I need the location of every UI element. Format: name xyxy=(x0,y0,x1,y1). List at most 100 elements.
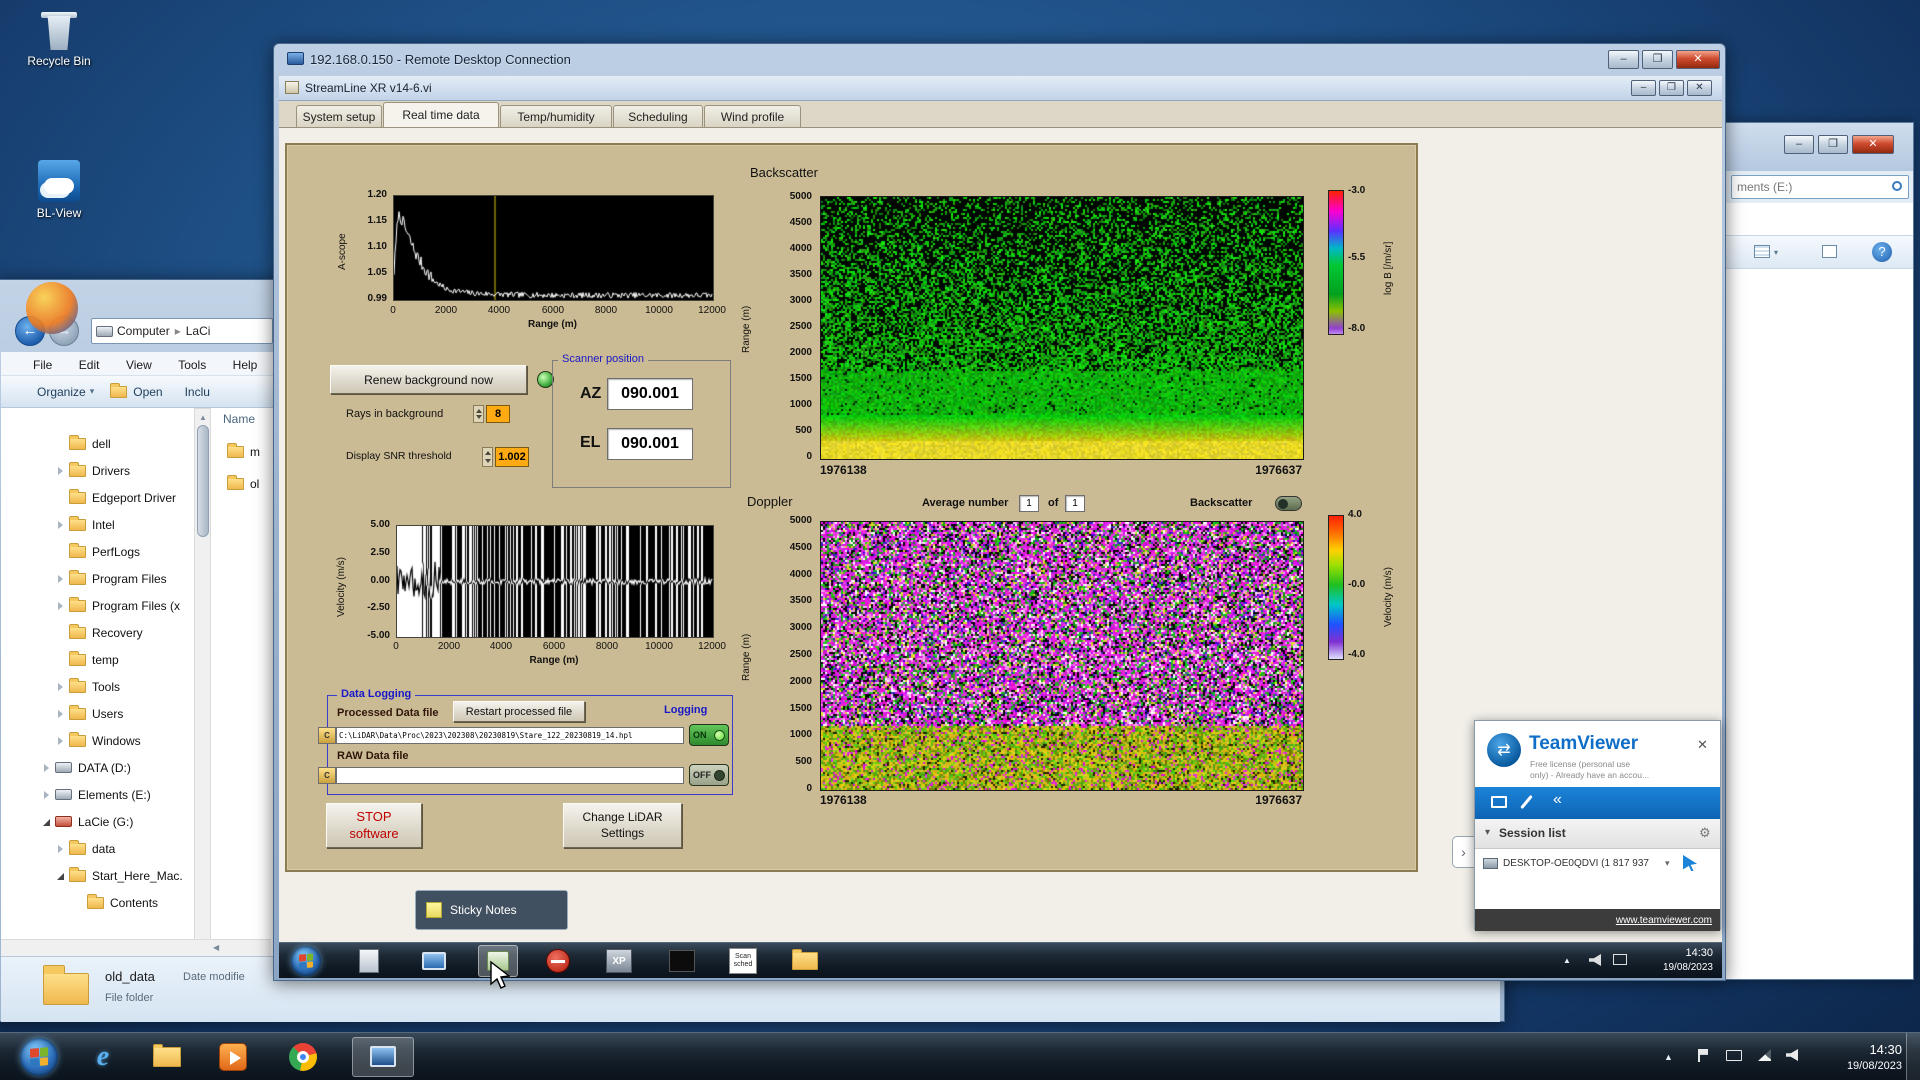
sidebar-item-users[interactable]: Users xyxy=(5,700,201,727)
display-icon[interactable] xyxy=(1613,954,1627,965)
tray-chevron-icon[interactable]: ▲ xyxy=(1664,1052,1673,1062)
expander-icon[interactable] xyxy=(55,519,67,531)
volume-icon[interactable] xyxy=(1589,954,1601,966)
menu-edit[interactable]: Edit xyxy=(79,358,100,372)
tab-wind-profile[interactable]: Wind profile xyxy=(704,105,801,127)
connect-cursor-icon[interactable] xyxy=(1683,855,1697,871)
sidebar-item-lacie-g[interactable]: LaCie (G:) xyxy=(5,808,201,835)
sidebar-item-data[interactable]: data xyxy=(5,835,201,862)
include-button[interactable]: Inclu xyxy=(185,385,210,399)
expander-icon[interactable] xyxy=(41,789,53,801)
sidebar-item-drivers[interactable]: Drivers xyxy=(5,457,201,484)
desktop-icon-recycle-bin[interactable]: Recycle Bin xyxy=(14,12,104,68)
close-button[interactable]: ✕ xyxy=(1852,135,1894,154)
flag-icon[interactable] xyxy=(1698,1049,1708,1062)
browser-logo-icon[interactable] xyxy=(26,282,78,334)
raw-path-browse-icon[interactable]: C xyxy=(318,767,336,784)
sidebar-item-program-files-x86[interactable]: Program Files (x xyxy=(5,592,201,619)
sidebar-item-intel[interactable]: Intel xyxy=(5,511,201,538)
tab-temp-humidity[interactable]: Temp/humidity xyxy=(500,105,612,127)
scroll-left-icon[interactable]: ◀ xyxy=(213,943,219,952)
ascope-chart[interactable] xyxy=(393,195,714,301)
show-desktop-button[interactable] xyxy=(1906,1033,1920,1080)
sidebar-item-data-d[interactable]: DATA (D:) xyxy=(5,754,201,781)
taskbar-active-rdp-button[interactable] xyxy=(352,1037,414,1077)
sidebar-item-edgeport[interactable]: Edgeport Driver xyxy=(5,484,201,511)
maximize-button[interactable]: ❐ xyxy=(1818,135,1848,154)
chevron-down-icon[interactable]: ▾ xyxy=(1485,827,1490,838)
processed-path-browse-icon[interactable]: C xyxy=(318,727,336,744)
average-of-value[interactable]: 1 xyxy=(1065,495,1085,512)
taskbar-icon-document-app[interactable] xyxy=(354,946,384,976)
file-row[interactable]: m xyxy=(225,438,260,465)
teamviewer-link[interactable]: www.teamviewer.com xyxy=(1616,915,1712,926)
expander-icon[interactable] xyxy=(55,573,67,585)
menu-file[interactable]: File xyxy=(33,358,52,372)
media-player-icon[interactable] xyxy=(218,1042,248,1072)
search-icon[interactable] xyxy=(1892,181,1902,191)
chevron-down-icon[interactable]: ▾ xyxy=(1665,858,1670,869)
close-button[interactable]: ✕ xyxy=(1687,80,1712,96)
minimize-button[interactable]: – xyxy=(1784,135,1814,154)
sticky-notes-preview[interactable]: Sticky Notes xyxy=(415,890,568,930)
remote-clock[interactable]: 14:30 19/08/2023 xyxy=(1637,946,1713,974)
search-input[interactable]: ments (E:) xyxy=(1731,175,1909,199)
sidebar-item-windows[interactable]: Windows xyxy=(5,727,201,754)
taskbar-icon-scan-sched-app[interactable]: Scan sched xyxy=(728,946,758,976)
change-lidar-settings-button[interactable]: Change LiDAR Settings xyxy=(563,803,682,848)
close-button[interactable]: ✕ xyxy=(1676,50,1720,69)
minimize-button[interactable]: – xyxy=(1608,50,1639,69)
tab-real-time-data[interactable]: Real time data xyxy=(383,102,499,127)
view-list-icon[interactable] xyxy=(1754,245,1770,258)
file-row[interactable]: ol xyxy=(225,470,259,497)
expander-icon[interactable] xyxy=(55,681,67,693)
sidebar-item-program-files[interactable]: Program Files xyxy=(5,565,201,592)
rays-value[interactable]: 8 xyxy=(486,405,510,423)
sidebar-item-elements-e[interactable]: Elements (E:) xyxy=(5,781,201,808)
expander-icon[interactable] xyxy=(55,708,67,720)
backscatter-toggle[interactable] xyxy=(1275,496,1302,511)
close-icon[interactable]: ✕ xyxy=(1697,737,1708,753)
tray-chevron-icon[interactable]: ▲ xyxy=(1563,956,1571,965)
expander-icon[interactable] xyxy=(41,762,53,774)
snr-threshold-value[interactable]: 1.002 xyxy=(495,447,529,467)
menu-tools[interactable]: Tools xyxy=(178,358,206,372)
open-button[interactable]: Open xyxy=(133,385,162,399)
organize-button[interactable]: Organize xyxy=(37,385,86,399)
maximize-button[interactable]: ❐ xyxy=(1642,50,1673,69)
sidebar-item-start-here-mac[interactable]: Start_Here_Mac. xyxy=(5,862,201,889)
breadcrumb-root[interactable]: Computer xyxy=(117,324,170,338)
file-explorer-icon[interactable] xyxy=(152,1042,182,1072)
scroll-up-icon[interactable]: ▲ xyxy=(199,413,207,422)
az-value[interactable]: 090.001 xyxy=(607,378,693,410)
sidebar-item-tools[interactable]: Tools xyxy=(5,673,201,700)
desktop-icon-bl-view[interactable]: BL-View xyxy=(14,160,104,220)
average-number-value[interactable]: 1 xyxy=(1019,495,1039,512)
horizontal-scrollbar[interactable]: ◀ xyxy=(1,939,271,956)
taskbar-icon-power-app[interactable] xyxy=(543,946,573,976)
tab-scheduling[interactable]: Scheduling xyxy=(613,105,703,127)
expander-icon[interactable] xyxy=(55,600,67,612)
rays-stepper[interactable] xyxy=(473,405,484,423)
taskbar-icon-xp-app[interactable]: XP xyxy=(604,946,634,976)
backscatter-heatmap[interactable] xyxy=(820,196,1304,460)
session-row[interactable]: DESKTOP-OE0QDVI (1 817 937 ▾ xyxy=(1475,849,1720,883)
pen-icon[interactable] xyxy=(1520,794,1533,810)
taskbar-icon-monitor-app[interactable] xyxy=(419,946,449,976)
sidebar-item-temp[interactable]: temp xyxy=(5,646,201,673)
expander-icon[interactable] xyxy=(55,870,67,882)
sidebar-item-contents[interactable]: Contents xyxy=(5,889,201,916)
help-icon[interactable]: ? xyxy=(1872,242,1892,262)
restart-processed-file-button[interactable]: Restart processed file xyxy=(453,701,585,722)
scrollbar-thumb[interactable] xyxy=(197,425,209,537)
volume-icon[interactable] xyxy=(1786,1049,1798,1061)
expander-icon[interactable] xyxy=(55,843,67,855)
breadcrumb[interactable]: Computer ▸ LaCi xyxy=(91,318,273,344)
remote-start-button[interactable] xyxy=(291,946,321,976)
minimize-button[interactable]: – xyxy=(1631,80,1656,96)
streamline-title-bar[interactable]: StreamLine XR v14-6.vi – ❐ ✕ xyxy=(279,76,1722,101)
expander-icon[interactable] xyxy=(55,465,67,477)
restore-button[interactable]: ❐ xyxy=(1659,80,1684,96)
raw-path-input[interactable] xyxy=(336,767,684,784)
menu-help[interactable]: Help xyxy=(233,358,258,372)
